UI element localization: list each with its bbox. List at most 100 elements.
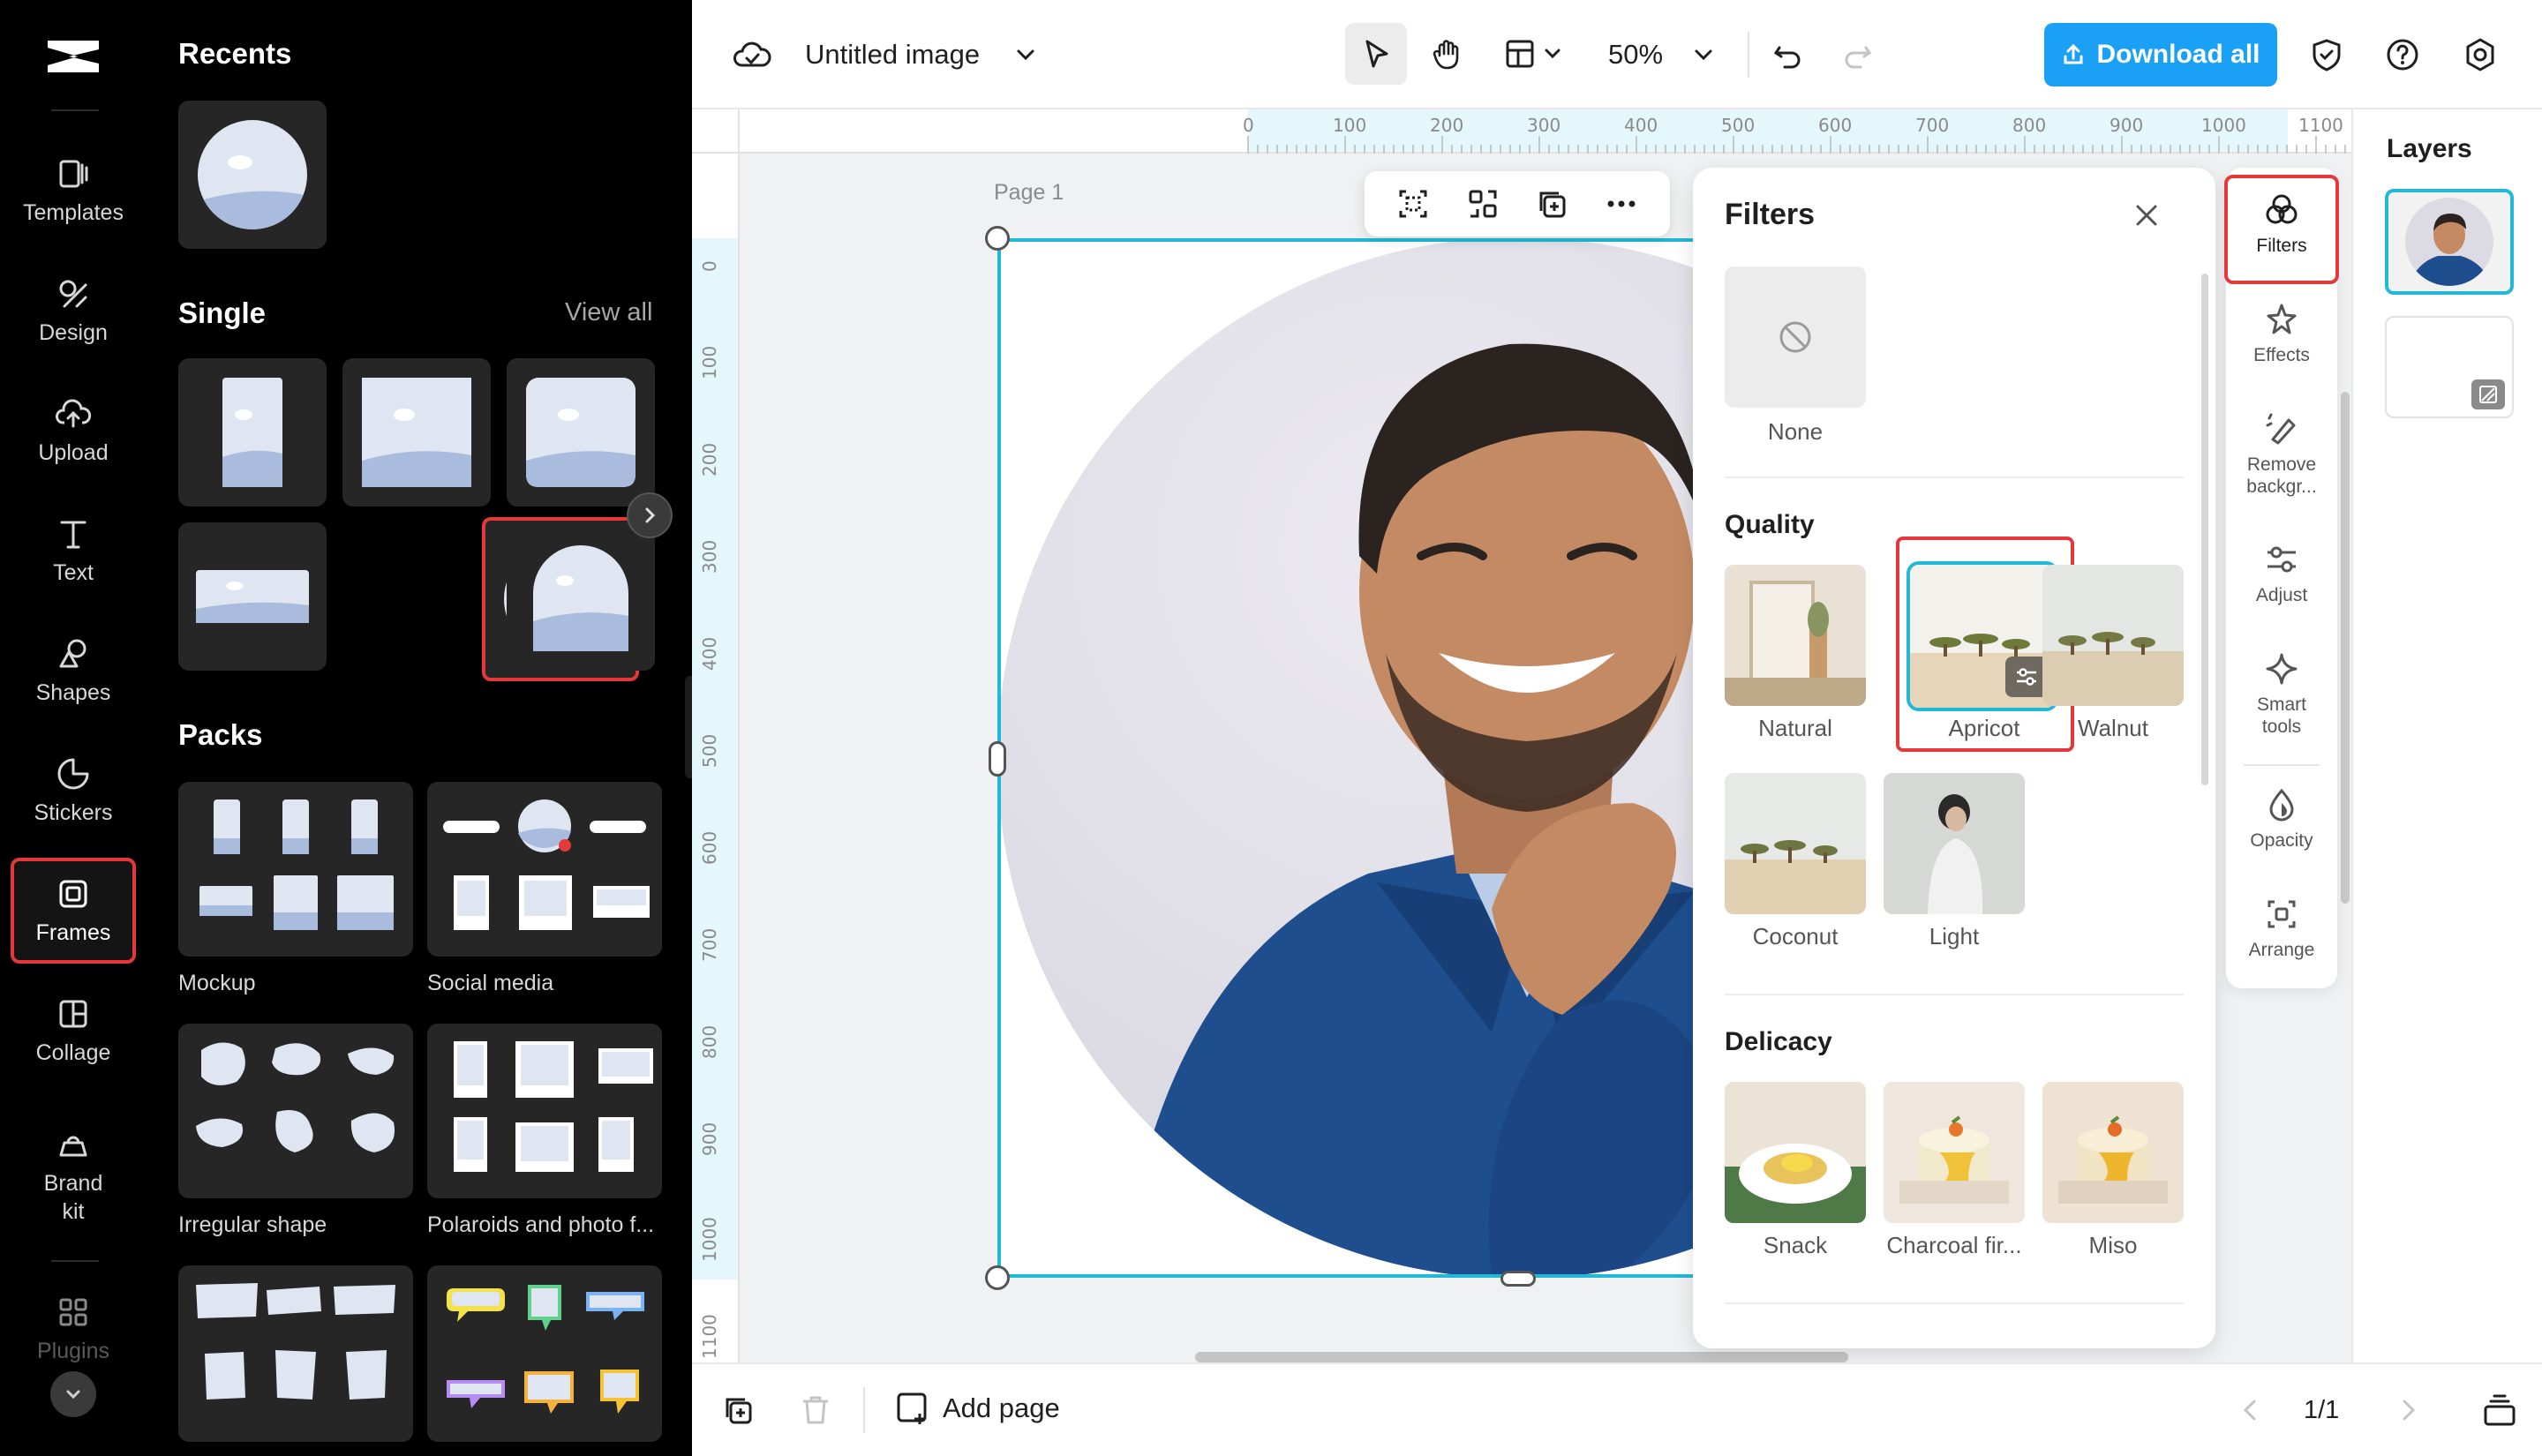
layout-menu-button[interactable]: [1495, 23, 1580, 85]
adjust-sliders-icon: [2262, 540, 2301, 579]
filter-snack[interactable]: [1725, 1082, 1866, 1223]
previous-page-icon[interactable]: [2235, 1394, 2267, 1426]
resize-handle-bottom[interactable]: [1500, 1271, 1536, 1287]
filter-label: Charcoal fir...: [1875, 1232, 2034, 1259]
rail-item-stickers[interactable]: Stickers: [11, 738, 136, 844]
help-icon[interactable]: [2383, 35, 2422, 74]
frame-portrait[interactable]: [178, 358, 327, 507]
rail-item-plugins[interactable]: Plugins: [11, 1285, 136, 1373]
adjust-filter-button[interactable]: [2005, 657, 2048, 697]
pack-polaroids[interactable]: [427, 1024, 662, 1198]
undo-icon[interactable]: [1771, 37, 1806, 72]
vertical-scrollbar[interactable]: [2341, 392, 2350, 904]
replace-icon[interactable]: [1463, 184, 1502, 223]
layers-title: Layers: [2387, 134, 2472, 164]
select-tool-button[interactable]: [1345, 23, 1407, 85]
ruler-tick-label: 900: [2110, 115, 2143, 136]
filter-coconut[interactable]: [1725, 773, 1866, 914]
filter-label: Light: [1875, 923, 2034, 950]
frame-rounded-square[interactable]: [507, 358, 655, 507]
pack-speech-bubbles[interactable]: [427, 1265, 662, 1442]
shield-icon[interactable]: [2307, 35, 2346, 74]
filter-label: Snack: [1716, 1232, 1875, 1259]
ruler-corner: [692, 109, 740, 154]
pack-irregular-shape[interactable]: [178, 1024, 413, 1198]
left-rail: Templates Design Upload Text Shapes Stic…: [0, 0, 147, 1456]
pack-mockup[interactable]: [178, 782, 413, 957]
pack-label: Polaroids and photo f...: [427, 1212, 654, 1238]
single-next-button[interactable]: [627, 492, 673, 538]
effects-star-icon: [2262, 300, 2301, 339]
frame-landscape[interactable]: [178, 522, 327, 671]
toolbar-divider: [1748, 32, 1749, 78]
filter-label: Walnut: [2034, 715, 2192, 742]
pack-torn-paper[interactable]: [178, 1265, 413, 1442]
hand-tool-button[interactable]: [1416, 23, 1478, 85]
rail-item-shapes[interactable]: Shapes: [11, 618, 136, 724]
delete-page-trash-icon[interactable]: [796, 1391, 835, 1430]
section-divider: [1725, 994, 2184, 995]
single-heading: Single: [178, 296, 266, 330]
filter-charcoal-fir[interactable]: [1884, 1082, 2025, 1223]
zoom-dropdown-chevron-icon[interactable]: [1689, 41, 1718, 69]
redo-icon[interactable]: [1839, 37, 1875, 72]
tool-opacity[interactable]: Opacity: [2226, 785, 2337, 852]
duplicate-page-icon[interactable]: [718, 1391, 757, 1430]
no-filter-icon: [1776, 318, 1815, 356]
hand-icon: [1429, 36, 1464, 71]
frame-arch[interactable]: [507, 522, 655, 671]
download-all-button[interactable]: Download all: [2044, 23, 2277, 86]
tool-filters[interactable]: Filters: [2226, 191, 2337, 257]
frame-square[interactable]: [342, 358, 491, 507]
page-list-icon[interactable]: [2480, 1391, 2519, 1430]
rail-item-frames[interactable]: Frames: [11, 858, 136, 964]
layer-photo[interactable]: [2385, 189, 2514, 295]
layer-background[interactable]: [2385, 316, 2514, 418]
rail-item-collage[interactable]: Collage: [11, 978, 136, 1084]
document-title[interactable]: Untitled image: [805, 39, 980, 71]
more-options-icon[interactable]: [1602, 184, 1641, 223]
filter-light[interactable]: [1884, 773, 2025, 914]
settings-gear-icon[interactable]: [2461, 35, 2500, 74]
duplicate-icon[interactable]: [1532, 184, 1571, 223]
crop-select-icon[interactable]: [1394, 184, 1433, 223]
view-all-link[interactable]: View all: [565, 298, 652, 327]
resize-handle-bottom-left[interactable]: [985, 1265, 1010, 1290]
rail-item-upload[interactable]: Upload: [11, 378, 136, 484]
filter-natural[interactable]: [1725, 565, 1866, 706]
add-page-button[interactable]: Add page: [893, 1389, 1060, 1428]
resize-handle-left[interactable]: [989, 741, 1006, 777]
rail-expand-button[interactable]: [50, 1371, 96, 1417]
close-icon[interactable]: [2129, 198, 2164, 233]
filter-miso[interactable]: [2042, 1082, 2184, 1223]
filter-label: None: [1716, 418, 1875, 446]
cloud-save-icon[interactable]: [733, 35, 771, 74]
horizontal-scrollbar[interactable]: [1195, 1352, 1848, 1362]
filter-walnut[interactable]: [2042, 565, 2184, 706]
ruler-tick-label: 300: [699, 540, 720, 574]
ruler-tick-label: 1000: [699, 1217, 720, 1262]
filter-label: Natural: [1716, 715, 1875, 742]
recent-frame-circle[interactable]: [178, 101, 327, 249]
pointer-icon: [1358, 36, 1394, 71]
rail-item-text[interactable]: Text: [11, 498, 136, 604]
tool-arrange[interactable]: Arrange: [2226, 895, 2337, 961]
filter-none[interactable]: [1725, 266, 1866, 408]
rail-item-design[interactable]: Design: [11, 258, 136, 364]
tool-smart-tools[interactable]: Smart tools: [2226, 649, 2337, 738]
filter-apricot-selected[interactable]: [1906, 561, 2058, 711]
rail-item-templates[interactable]: Templates: [11, 138, 136, 244]
rail-item-brand-kit[interactable]: Brand kit: [11, 1114, 136, 1237]
filters-title: Filters: [1725, 198, 1815, 232]
zoom-level[interactable]: 50%: [1608, 39, 1663, 71]
bottombar-divider: [863, 1387, 865, 1433]
title-dropdown-chevron-icon[interactable]: [1012, 41, 1040, 69]
pack-social-media[interactable]: [427, 782, 662, 957]
resize-handle-top-left[interactable]: [985, 226, 1010, 251]
tool-adjust[interactable]: Adjust: [2226, 540, 2337, 606]
tool-remove-background[interactable]: Remove backgr...: [2226, 409, 2337, 498]
capcut-logo-icon[interactable]: [42, 32, 104, 81]
tool-effects[interactable]: Effects: [2226, 300, 2337, 366]
filters-scrollbar[interactable]: [2201, 274, 2208, 785]
next-page-icon[interactable]: [2392, 1394, 2424, 1426]
